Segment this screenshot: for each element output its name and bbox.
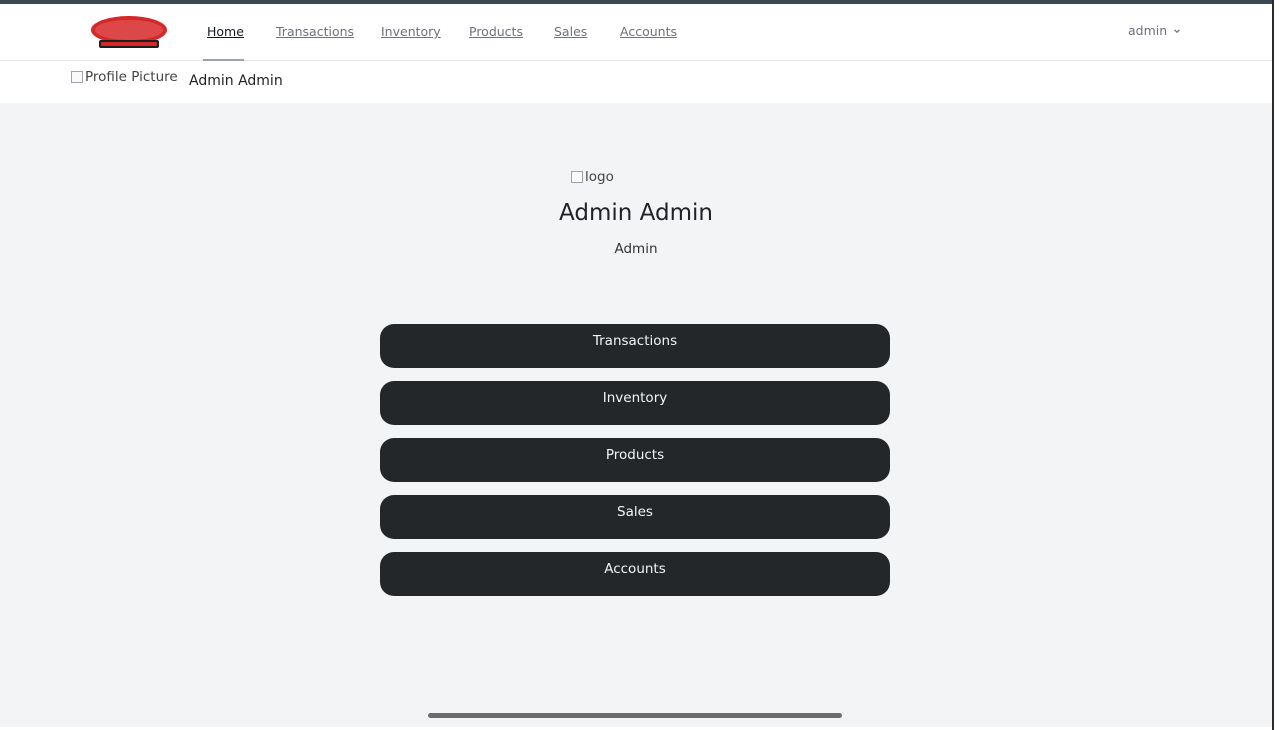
nav-link-transactions[interactable]: Transactions (276, 24, 354, 39)
profile-name: Admin Admin (189, 73, 283, 89)
user-menu-toggle[interactable]: admin (1128, 23, 1181, 38)
broken-image-icon (571, 171, 583, 183)
nav-link-sales[interactable]: Sales (554, 24, 587, 39)
broken-image-icon (71, 71, 83, 83)
brand-logo-graphic (91, 16, 167, 48)
nav-link-products[interactable]: Products (469, 24, 523, 39)
sales-button[interactable]: Sales (380, 495, 890, 539)
products-button[interactable]: Products (380, 438, 890, 482)
brand-logo[interactable] (89, 14, 169, 50)
logo-alt-text: logo (585, 169, 614, 185)
nav-link-accounts[interactable]: Accounts (620, 24, 677, 39)
user-full-name: Admin Admin (559, 200, 713, 226)
chevron-down-icon (1174, 28, 1181, 33)
profile-picture-alt: Profile Picture (85, 69, 178, 85)
user-menu-label: admin (1128, 23, 1168, 38)
transactions-button[interactable]: Transactions (380, 324, 890, 368)
nav-link-inventory[interactable]: Inventory (381, 24, 441, 39)
center-logo: logo (571, 169, 614, 185)
inventory-button[interactable]: Inventory (380, 381, 890, 425)
profile-picture: Profile Picture (71, 69, 178, 85)
home-indicator-bar[interactable] (428, 713, 842, 718)
accounts-button[interactable]: Accounts (380, 552, 890, 596)
top-navbar: Home Transactions Inventory Products Sal… (0, 4, 1272, 61)
user-role: Admin (614, 241, 658, 257)
profile-subheader: Profile Picture Admin Admin (0, 61, 1272, 103)
nav-link-home[interactable]: Home (207, 24, 244, 39)
window-right-edge (1272, 0, 1280, 730)
